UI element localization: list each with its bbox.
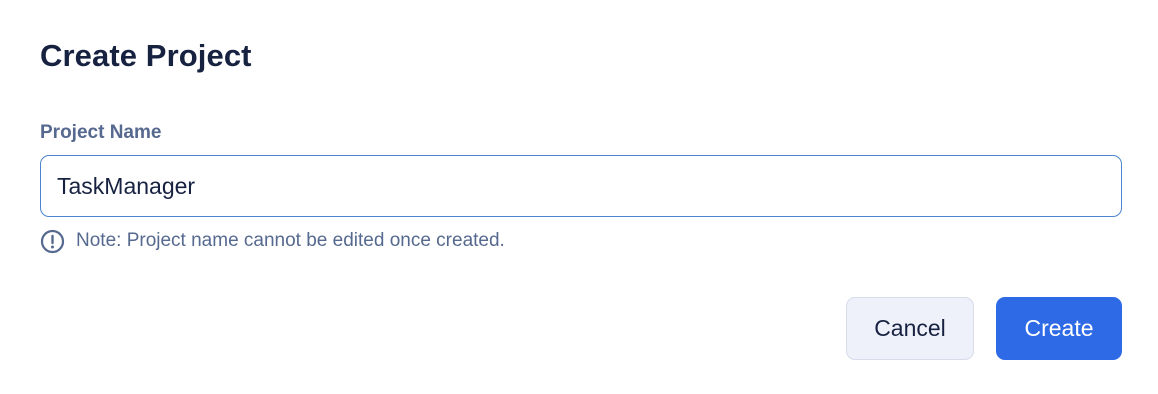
project-name-label: Project Name <box>40 122 162 143</box>
dialog-title: Create Project <box>40 38 252 73</box>
project-name-field <box>40 155 1122 217</box>
create-button[interactable]: Create <box>996 297 1122 360</box>
project-name-note: Note: Project name cannot be edited once… <box>40 228 505 254</box>
create-project-dialog: Create Project Project Name Note: Projec… <box>0 0 1158 394</box>
note-text: Note: Project name cannot be edited once… <box>76 230 505 251</box>
exclamation-circle-icon <box>40 229 65 254</box>
project-name-input[interactable] <box>41 156 1121 216</box>
cancel-button[interactable]: Cancel <box>846 297 974 360</box>
